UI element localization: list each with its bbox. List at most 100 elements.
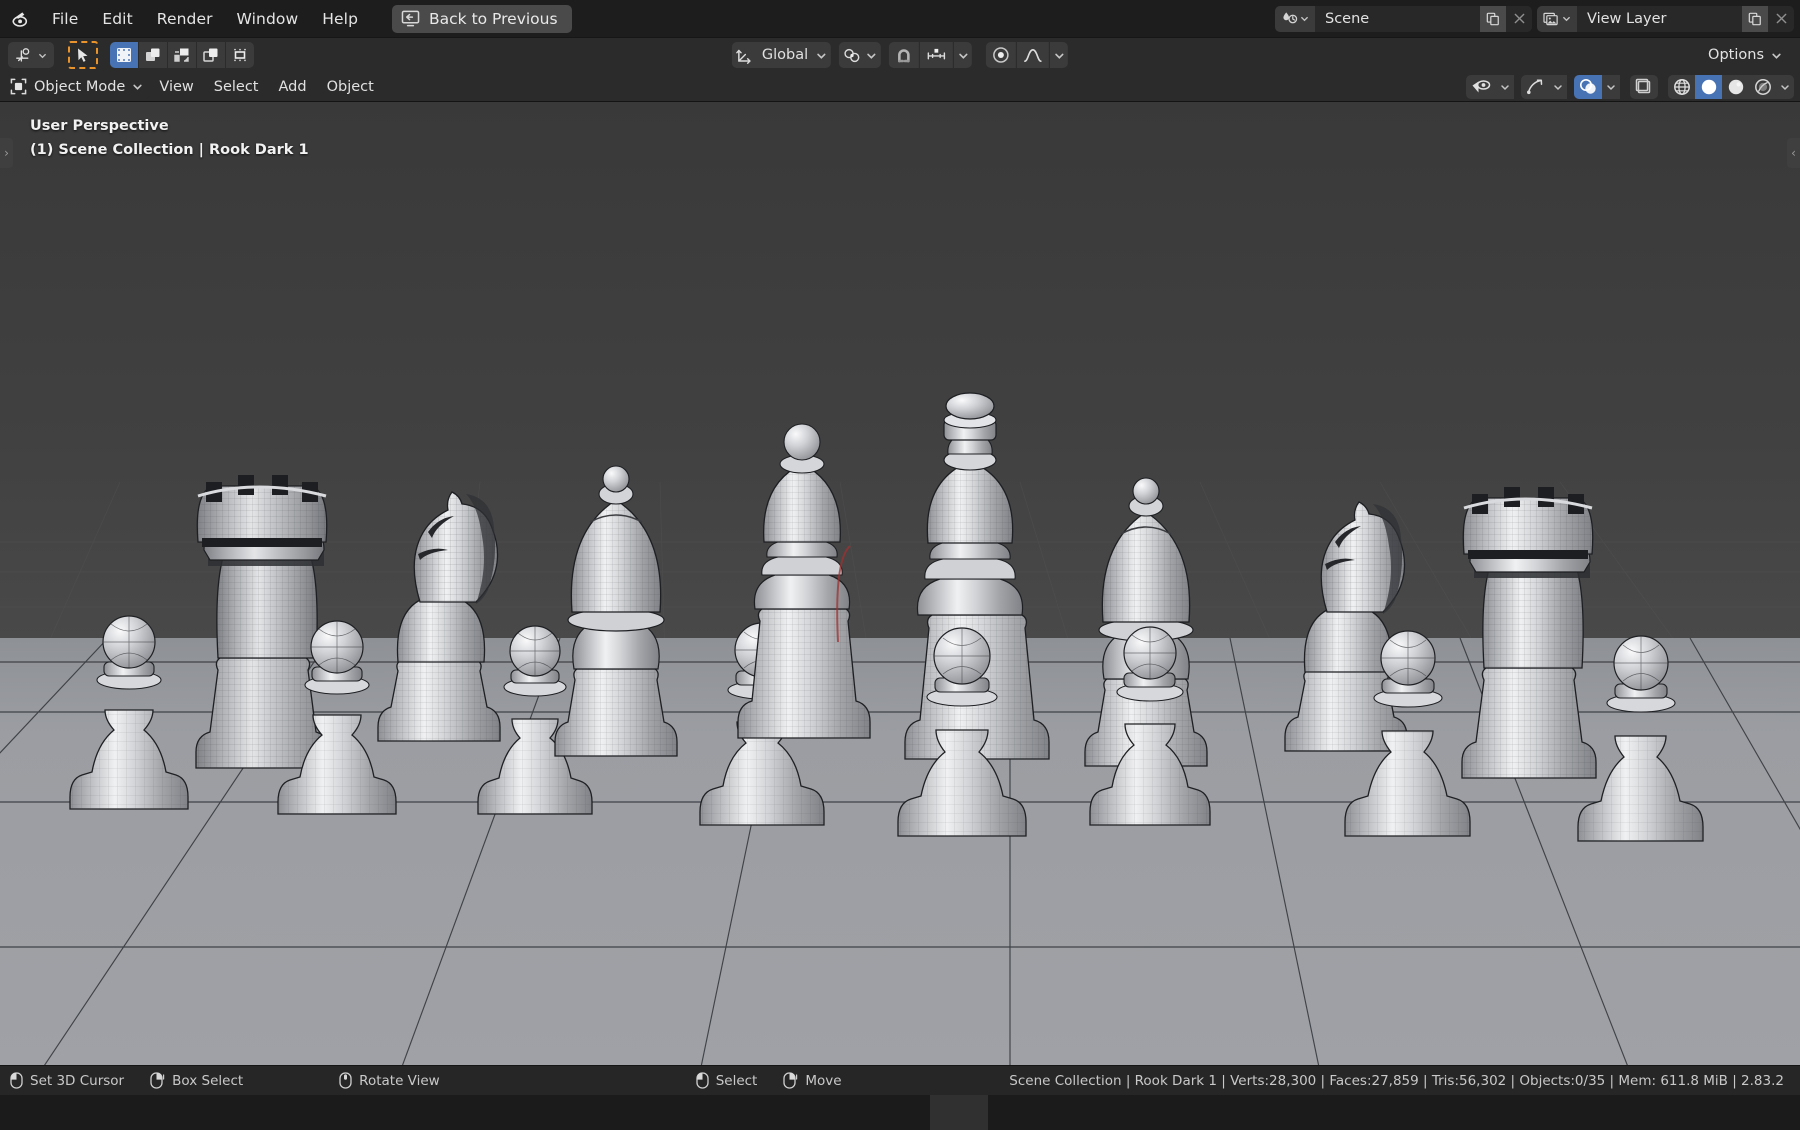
viewport-display-controls: [1466, 74, 1794, 99]
view-layer-datablock: View Layer: [1537, 5, 1794, 32]
shading-rendered[interactable]: [1749, 74, 1776, 99]
bottom-strip: [0, 1095, 1800, 1130]
mouse-middle-icon: [339, 1072, 352, 1089]
gizmo-chevron-down-icon[interactable]: [1549, 74, 1567, 99]
back-to-previous-icon: [401, 10, 420, 27]
viewport-left-collapse-tab[interactable]: ›: [0, 138, 13, 168]
keymap-move: Move: [783, 1072, 842, 1089]
shading-modes-group: [1668, 74, 1794, 99]
select-mode-new[interactable]: [110, 42, 138, 68]
snap-dropdown-chevron[interactable]: [954, 42, 973, 68]
menu-edit[interactable]: Edit: [90, 6, 144, 32]
object-mode-icon: [10, 78, 27, 95]
3d-viewport[interactable]: › ‹ User Perspective (1) Scene Collectio…: [0, 102, 1800, 1065]
viewport-menu-add[interactable]: Add: [269, 76, 317, 98]
overlays-group: [1574, 74, 1620, 99]
mouse-right-icon: [150, 1072, 165, 1089]
tool-options-group: Options: [1698, 43, 1792, 67]
scene-datablock: Scene: [1275, 5, 1532, 32]
object-mode-dropdown[interactable]: Object Mode: [6, 74, 150, 99]
scene-statistics: Scene Collection | Rook Dark 1 | Verts:2…: [1009, 1072, 1784, 1089]
visibility-chevron-down-icon[interactable]: [1496, 74, 1514, 99]
status-bar: Set 3D Cursor Box Select Rotate View Sel…: [0, 1065, 1800, 1095]
bottom-tab-nub[interactable]: [930, 1095, 988, 1130]
tool-header-row: Global Options: [0, 37, 1800, 72]
object-mode-label: Object Mode: [34, 78, 126, 95]
shading-wireframe[interactable]: [1668, 74, 1695, 99]
keymap-set-3d-cursor: Set 3D Cursor: [10, 1072, 124, 1089]
mouse-left-icon: [10, 1072, 23, 1089]
options-dropdown[interactable]: Options: [1698, 43, 1792, 67]
overlays-chevron-down-icon[interactable]: [1602, 74, 1620, 99]
view-layer-name-field[interactable]: View Layer: [1577, 5, 1742, 32]
transform-orientation-dropdown[interactable]: Global: [731, 42, 832, 68]
view-layer-icon[interactable]: [1537, 5, 1577, 32]
keymap-box-select: Box Select: [150, 1072, 243, 1089]
chevron-down-icon: [866, 50, 877, 61]
menu-window[interactable]: Window: [225, 6, 311, 32]
select-mode-intersect[interactable]: [226, 42, 254, 68]
chevron-down-icon: [132, 81, 143, 92]
scene-name-field[interactable]: Scene: [1315, 5, 1480, 32]
scene-new-button[interactable]: [1480, 5, 1506, 32]
viewport-menu-select[interactable]: Select: [204, 76, 269, 98]
select-mode-extend[interactable]: [139, 42, 167, 68]
snap-group: [889, 42, 973, 68]
pivot-point-icon: [843, 47, 862, 64]
options-label: Options: [1708, 47, 1764, 63]
top-bar: File Edit Render Window Help Back to Pre…: [0, 0, 1800, 37]
pivot-point-dropdown[interactable]: [839, 42, 882, 68]
orientation-global-icon: [736, 47, 754, 64]
mouse-left-icon: [696, 1072, 709, 1089]
back-to-previous-button[interactable]: Back to Previous: [392, 4, 572, 33]
chevron-down-icon: [816, 50, 827, 61]
gizmo-icon[interactable]: [1521, 75, 1549, 99]
viewport-menu-object[interactable]: Object: [317, 76, 384, 98]
tweak-cursor-icon[interactable]: [8, 42, 54, 68]
overlays-icon[interactable]: [1574, 74, 1602, 99]
chevron-down-icon: [1771, 50, 1782, 61]
falloff-smooth-icon[interactable]: [1017, 42, 1050, 68]
mouse-right-icon: [783, 1072, 798, 1089]
shading-material[interactable]: [1722, 74, 1749, 99]
snap-increment-icon[interactable]: [920, 42, 954, 68]
view-layer-new-button[interactable]: [1742, 5, 1768, 32]
back-to-previous-label: Back to Previous: [429, 9, 558, 28]
keymap-label: Select: [715, 1072, 758, 1089]
select-mode-invert[interactable]: [197, 42, 225, 68]
keymap-label: Box Select: [172, 1072, 244, 1089]
falloff-dropdown-chevron[interactable]: [1050, 42, 1069, 68]
scene-icon[interactable]: [1275, 5, 1315, 32]
select-mode-group: [110, 42, 254, 68]
gizmo-group: [1521, 74, 1567, 99]
topbar-right-group: Scene View Layer: [1275, 0, 1794, 37]
object-visibility-icon[interactable]: [1466, 75, 1496, 99]
object-visibility-group: [1466, 74, 1514, 99]
snap-magnet-icon[interactable]: [889, 42, 920, 68]
blender-logo-icon[interactable]: [8, 6, 34, 32]
view-layer-unlink-button[interactable]: [1768, 5, 1794, 32]
shading-chevron-down-icon[interactable]: [1776, 74, 1794, 99]
proportional-group: [986, 42, 1069, 68]
viewport-menu-view[interactable]: View: [149, 76, 203, 98]
blender-window: File Edit Render Window Help Back to Pre…: [0, 0, 1800, 1130]
keymap-rotate-view: Rotate View: [339, 1072, 440, 1089]
menu-help[interactable]: Help: [310, 6, 370, 32]
scene-unlink-button[interactable]: [1506, 5, 1532, 32]
keymap-label: Rotate View: [359, 1072, 440, 1089]
menu-render[interactable]: Render: [145, 6, 225, 32]
active-tool-select-box[interactable]: [68, 41, 98, 69]
shading-solid[interactable]: [1695, 74, 1722, 99]
keymap-label: Move: [805, 1072, 842, 1089]
menu-file[interactable]: File: [40, 6, 90, 32]
keymap-select: Select: [696, 1072, 758, 1089]
viewport-right-collapse-tab[interactable]: ‹: [1787, 138, 1800, 168]
transform-orientation-label: Global: [761, 47, 809, 63]
viewport-header: Object Mode View Select Add Object: [0, 72, 1800, 102]
select-mode-subtract[interactable]: [168, 42, 196, 68]
chess-scene-render: [0, 102, 1800, 1065]
xray-toggle-icon[interactable]: [1630, 74, 1658, 99]
transform-controls: Global: [731, 42, 1069, 68]
proportional-editing-icon[interactable]: [986, 42, 1017, 68]
keymap-label: Set 3D Cursor: [30, 1072, 125, 1089]
